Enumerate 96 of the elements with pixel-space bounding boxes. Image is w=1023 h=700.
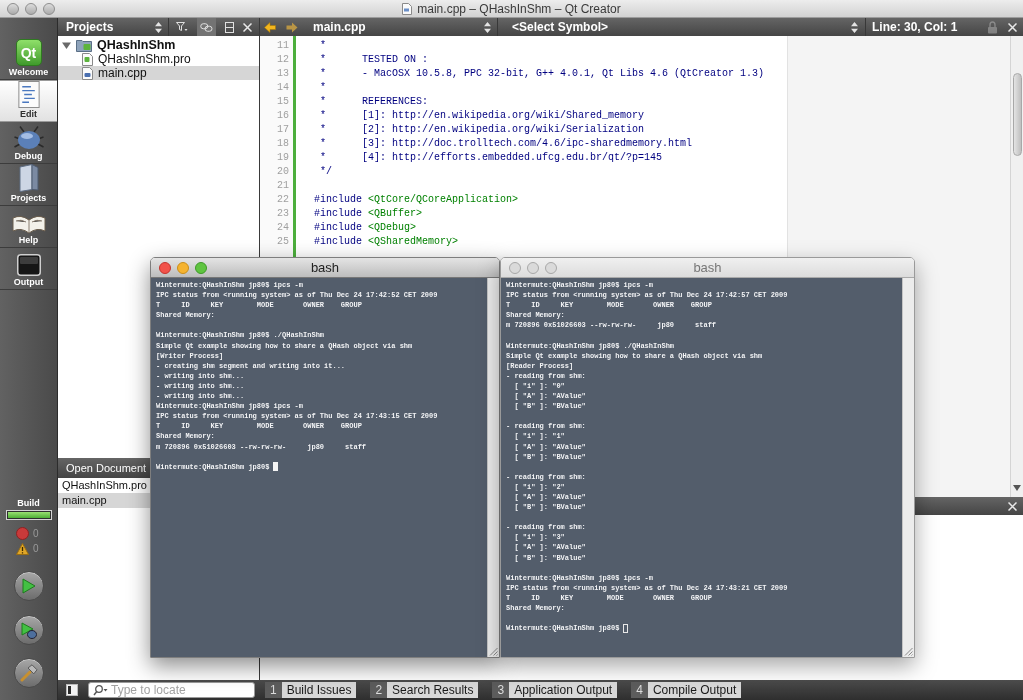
code-line: * [319, 39, 326, 53]
app-logo: Qt [15, 39, 42, 66]
down-arrow-icon[interactable] [1013, 485, 1021, 491]
close-button[interactable] [159, 261, 171, 274]
code-line: * [3]: http://doc.trolltech.com/4.6/ipc-sharedmemory.html [319, 137, 693, 151]
filter-icon[interactable] [176, 21, 188, 33]
chevrons-icon [155, 21, 162, 33]
search-icon [93, 684, 108, 696]
line-number: 25 [277, 235, 289, 249]
zoom-button[interactable] [545, 261, 557, 274]
mode-button[interactable]: Help [0, 206, 57, 248]
chevrons-icon [851, 21, 858, 33]
chevrons-icon [484, 21, 491, 33]
mode-button[interactable]: Output [0, 248, 57, 290]
code-line: #include <QSharedMemory> [314, 235, 459, 249]
mode-button[interactable]: Projects [0, 164, 57, 206]
locate-field[interactable]: Type to locate [88, 682, 255, 698]
zoom-button[interactable] [195, 261, 207, 274]
build-label: Build [17, 497, 40, 509]
code-line: #include <QtCore/QCoreApplication> [314, 193, 519, 207]
scrollbar-thumb[interactable] [1012, 73, 1022, 156]
line-number: 12 [277, 53, 289, 67]
close-icon[interactable] [243, 22, 252, 32]
document-icon [402, 2, 413, 15]
resize-grip-icon[interactable] [489, 647, 498, 656]
line-number: 16 [277, 109, 289, 123]
line-number: 11 [277, 39, 289, 53]
document-icon [17, 81, 40, 108]
code-line: * [2]: http://en.wikipedia.org/wiki/Serialization [319, 123, 645, 137]
cursor-position: Line: 30, Col: 1 [871, 19, 959, 36]
view-selector[interactable]: Projects [58, 18, 169, 36]
line-number: 23 [277, 207, 289, 221]
mode-button[interactable]: Debug [0, 122, 57, 164]
minimize-button[interactable] [177, 261, 189, 274]
line-number: 14 [277, 81, 289, 95]
code-line: */ [319, 165, 332, 179]
line-number: 13 [277, 67, 289, 81]
split-icon[interactable] [225, 21, 234, 33]
code-line: #include <QDebug> [314, 221, 417, 235]
minimize-button[interactable] [25, 2, 37, 15]
document-item[interactable]: main.cpp [58, 493, 150, 508]
line-number: 17 [277, 123, 289, 137]
document-item[interactable]: QHashInShm.pro [58, 478, 150, 493]
close-button[interactable] [509, 261, 521, 274]
resize-grip-icon[interactable] [904, 647, 913, 656]
close-button[interactable] [7, 2, 19, 15]
line-number: 22 [277, 193, 289, 207]
code-line: * [319, 81, 326, 95]
build-button[interactable] [13, 658, 44, 688]
terminal-title: bash [309, 258, 341, 277]
close-icon[interactable] [1008, 22, 1017, 32]
line-number: 21 [277, 179, 289, 193]
arrow-left-icon[interactable] [264, 21, 276, 33]
tree-item[interactable]: main.cpp [58, 66, 259, 80]
mode-button[interactable]: Qt Welcome [0, 38, 57, 80]
panel-title: Open Document [66, 460, 147, 476]
bug-icon [13, 125, 44, 150]
project-file-icon [82, 52, 93, 66]
line-number: 19 [277, 151, 289, 165]
hammer-icon [19, 664, 38, 682]
binder-icon [18, 164, 39, 192]
monitor-icon [16, 254, 41, 276]
code-line: * [1]: http://en.wikipedia.org/wiki/Shared_memory [319, 109, 645, 123]
code-line: * - MacOSX 10.5.8, PPC 32-bit, G++ 4.0.1, Qt Libs 4.6 (QtCreator 1.3) [319, 67, 765, 81]
debug-run-button[interactable] [13, 615, 44, 645]
zoom-button[interactable] [43, 2, 55, 15]
error-icon [16, 527, 29, 540]
window-title: main.cpp – QHashInShm – Qt Creator [417, 0, 621, 17]
line-number: 18 [277, 137, 289, 151]
tree-item[interactable]: QHashInShm.pro [58, 52, 259, 66]
arrow-right-icon[interactable] [286, 21, 298, 33]
expanded-triangle-icon[interactable] [62, 40, 71, 50]
project-folder-icon [76, 38, 92, 52]
code-line: * [4]: http://efforts.embedded.ufcg.edu.br/qt/?p=145 [319, 151, 663, 165]
link-icon [200, 22, 213, 32]
play-icon [21, 578, 36, 594]
mode-button[interactable]: Edit [0, 80, 57, 122]
play-bug-icon [20, 621, 37, 639]
line-number: 24 [277, 221, 289, 235]
warning-count: 0 [33, 542, 40, 556]
code-line: * REFERENCES: [319, 95, 429, 109]
terminal-title: bash [692, 258, 723, 277]
minimize-button[interactable] [527, 261, 539, 274]
source-file-icon [82, 66, 93, 80]
tree-item[interactable]: QHashInShm [58, 38, 259, 52]
lock-icon [987, 20, 998, 34]
error-count: 0 [33, 527, 40, 541]
line-number: 20 [277, 165, 289, 179]
code-line: #include <QBuffer> [314, 207, 423, 221]
line-number: 15 [277, 95, 289, 109]
warning-icon [16, 542, 29, 555]
run-button[interactable] [13, 571, 44, 601]
link-toggle-button[interactable] [197, 18, 216, 36]
code-line: * TESTED ON : [319, 53, 429, 67]
sidebar-toggle-icon[interactable] [66, 684, 78, 696]
close-icon[interactable] [1008, 501, 1017, 511]
